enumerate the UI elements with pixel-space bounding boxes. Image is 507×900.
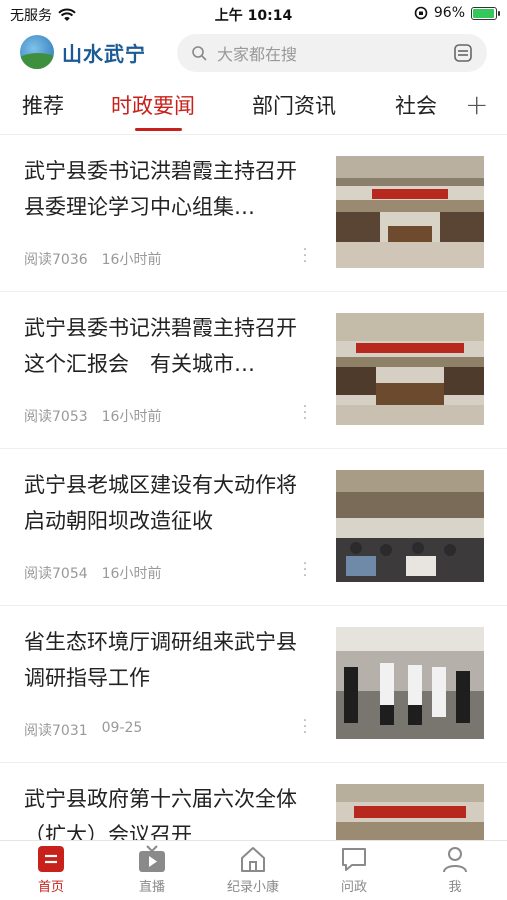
publish-time: 16小时前	[101, 566, 162, 582]
news-item[interactable]: 武宁县委书记洪碧霞主持召开这个汇报会 有关城市… 阅读7053 16小时前 · ·…	[0, 291, 507, 448]
tab-department-news[interactable]: 部门资讯	[252, 90, 336, 120]
more-options-icon[interactable]: · · ·	[302, 400, 308, 426]
nav-inquiry[interactable]: 问政	[314, 845, 394, 895]
news-title[interactable]: 武宁县委书记洪碧霞主持召开县委理论学习中心组集…	[24, 153, 314, 225]
logo-mark-icon	[20, 35, 54, 69]
search-icon	[192, 46, 207, 61]
app-header: 山水武宁 大家都在搜	[0, 30, 507, 76]
news-thumbnail[interactable]	[336, 627, 484, 739]
house-icon	[241, 847, 265, 872]
search-placeholder: 大家都在搜	[217, 45, 298, 64]
news-title[interactable]: 武宁县政府第十六届六次全体（扩大）会议召开	[24, 781, 314, 840]
battery-percent: 96%	[433, 5, 465, 21]
battery-level	[473, 8, 495, 18]
tab-society[interactable]: 社会	[395, 90, 437, 120]
add-tab-icon[interactable]: +	[465, 88, 488, 121]
nav-label: 问政	[340, 880, 367, 895]
nav-label: 首页	[37, 880, 64, 895]
news-item[interactable]: 武宁县老城区建设有大动作将启动朝阳坝改造征收 阅读7054 16小时前 · · ·	[0, 448, 507, 605]
tab-recommend[interactable]: 推荐	[22, 90, 64, 120]
publish-time: 16小时前	[101, 409, 162, 425]
news-thumbnail[interactable]	[336, 470, 484, 582]
tab-politics-news[interactable]: 时政要闻	[111, 90, 195, 120]
tv-icon	[139, 845, 165, 872]
scan-icon[interactable]	[453, 43, 473, 63]
news-item[interactable]: 武宁县委书记洪碧霞主持召开县委理论学习中心组集… 阅读7036 16小时前 · ·…	[0, 134, 507, 291]
more-options-icon[interactable]: · · ·	[302, 557, 308, 583]
news-item[interactable]: 武宁县政府第十六届六次全体（扩大）会议召开	[0, 762, 507, 840]
read-count: 阅读7036	[24, 252, 88, 268]
more-options-icon[interactable]: · · ·	[302, 714, 308, 740]
nav-label: 我	[448, 880, 462, 895]
news-item[interactable]: 省生态环境厅调研组来武宁县调研指导工作 阅读7031 09-25 · · ·	[0, 605, 507, 762]
orientation-lock-icon	[414, 6, 428, 20]
battery-icon	[471, 6, 500, 20]
chat-icon	[342, 848, 366, 871]
logo-text: 山水武宁	[62, 41, 146, 66]
news-title[interactable]: 武宁县委书记洪碧霞主持召开这个汇报会 有关城市…	[24, 310, 314, 382]
news-thumbnail[interactable]	[336, 313, 484, 425]
active-tab-indicator	[135, 128, 182, 131]
nav-live[interactable]: 直播	[112, 845, 192, 895]
read-count: 阅读7054	[24, 566, 88, 582]
nav-home[interactable]: 首页	[11, 845, 91, 895]
publish-time: 16小时前	[101, 252, 162, 268]
bottom-nav: 首页 直播 纪录小康 问政 我	[0, 840, 507, 900]
news-thumbnail[interactable]	[336, 784, 484, 840]
more-options-icon[interactable]: · · ·	[302, 243, 308, 269]
app-logo[interactable]: 山水武宁	[20, 35, 146, 69]
publish-time: 09-25	[101, 720, 143, 736]
search-input[interactable]: 大家都在搜	[177, 34, 487, 72]
read-count: 阅读7053	[24, 409, 88, 425]
home-news-icon	[38, 846, 64, 872]
nav-label: 纪录小康	[226, 880, 279, 895]
nav-label: 直播	[138, 880, 165, 895]
news-title[interactable]: 省生态环境厅调研组来武宁县调研指导工作	[24, 624, 314, 696]
news-title[interactable]: 武宁县老城区建设有大动作将启动朝阳坝改造征收	[24, 467, 314, 539]
news-thumbnail[interactable]	[336, 156, 484, 268]
category-tabs: 推荐 时政要闻 部门资讯 社会 +	[0, 82, 507, 132]
user-icon	[443, 847, 467, 873]
news-feed[interactable]: 武宁县委书记洪碧霞主持召开县委理论学习中心组集… 阅读7036 16小时前 · ·…	[0, 134, 507, 840]
nav-xiaokang[interactable]: 纪录小康	[213, 845, 293, 895]
read-count: 阅读7031	[24, 723, 88, 739]
status-bar: 无服务 上午 10:14 96%	[0, 0, 507, 28]
nav-me[interactable]: 我	[415, 845, 495, 895]
